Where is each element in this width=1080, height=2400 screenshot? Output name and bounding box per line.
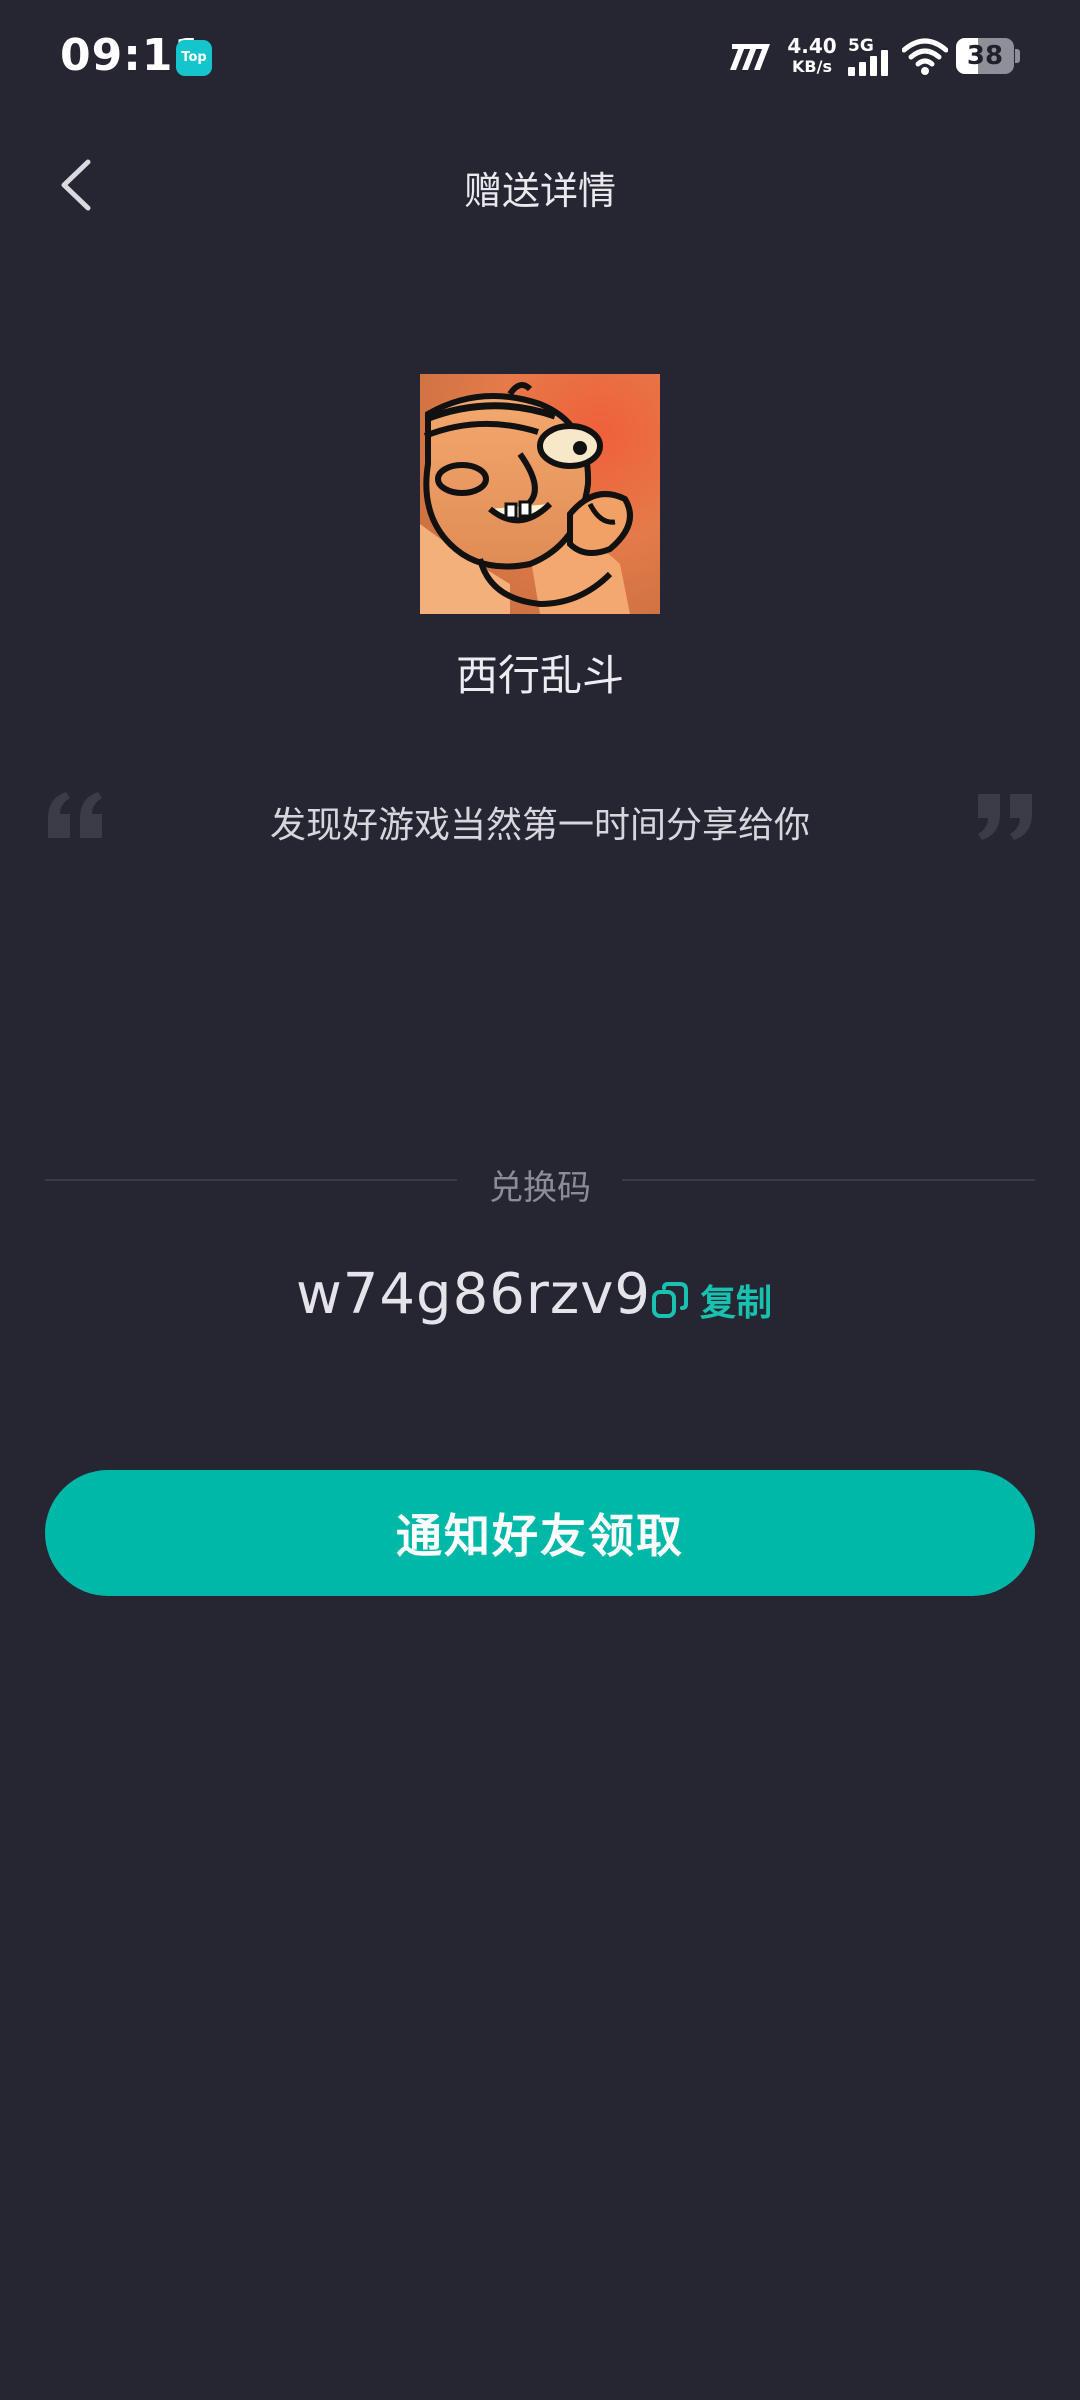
redeem-code-value: w74g86rzv9 (296, 1262, 652, 1327)
game-cover-image (420, 374, 660, 614)
redeem-code-label: 兑换码 (489, 1168, 591, 1208)
taptap-notification-icon: Top (176, 40, 212, 76)
cellular-signal-icon (848, 50, 888, 76)
copy-button-label: 复制 (700, 1283, 773, 1324)
notify-friend-button[interactable]: 通知好友领取 (45, 1470, 1035, 1596)
network-speed-unit: KB/s (792, 57, 832, 76)
battery-level: 38 (966, 41, 1004, 71)
gift-detail-screen: 09:11 Top 4.40 KB/s 5G 38 赠送详情 西行乱斗 发现好游… (0, 0, 1080, 2400)
divider-left (45, 1179, 457, 1181)
network-speed-value: 4.40 (787, 34, 837, 58)
copy-button[interactable]: 复制 (650, 1272, 772, 1328)
battery-icon: 38 (956, 38, 1020, 74)
game-name: 西行乱斗 (455, 651, 624, 700)
notify-friend-button-label: 通知好友领取 (396, 1509, 684, 1563)
share-message: 发现好游戏当然第一时间分享给你 (269, 805, 810, 846)
wifi-icon (902, 38, 948, 75)
copy-icon (652, 1282, 688, 1318)
network-speed: 4.40 KB/s (784, 36, 840, 75)
hd-signal-icon (730, 44, 770, 70)
status-bar: 09:11 Top 4.40 KB/s 5G 38 (0, 0, 1080, 116)
divider-right (622, 1179, 1035, 1181)
close-quote-icon (978, 794, 1032, 840)
page-title: 赠送详情 (463, 169, 616, 213)
